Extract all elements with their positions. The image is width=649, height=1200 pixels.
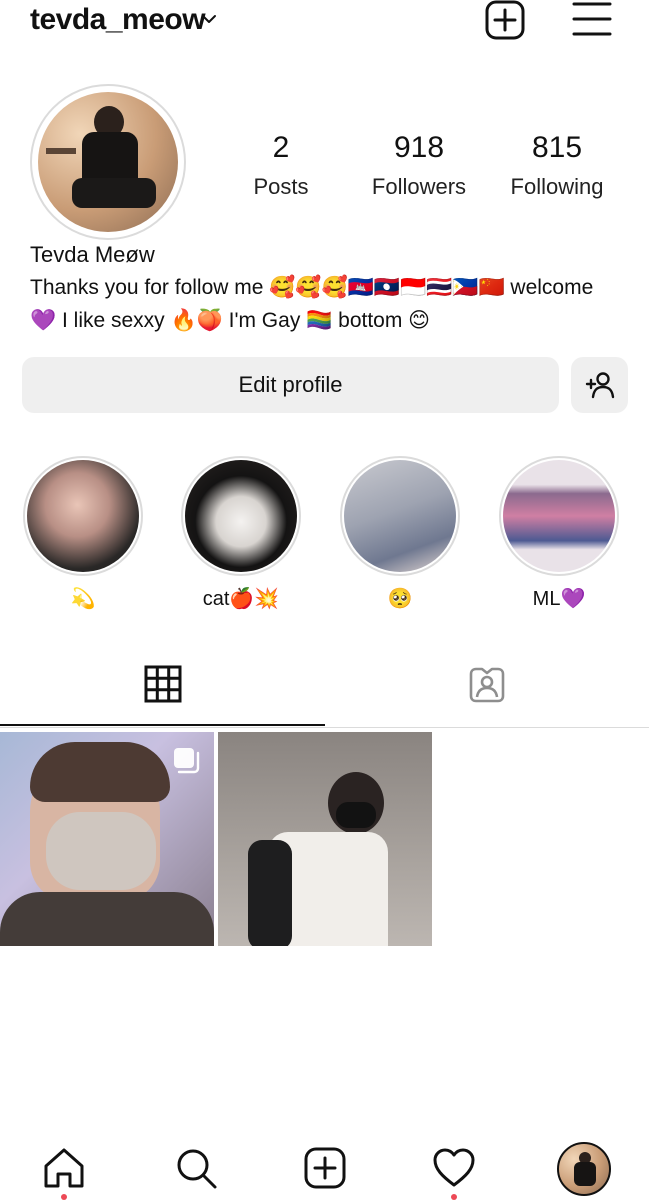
home-notification-dot [61,1194,67,1200]
following-label[interactable]: Following [487,173,627,201]
profile-avatar[interactable] [557,1142,611,1196]
edit-profile-button[interactable]: Edit profile [22,357,559,413]
add-person-icon [585,372,614,399]
grid-icon[interactable] [144,665,182,703]
display-name: Tevda Meøw [30,242,155,267]
activity-notification-dot [451,1194,457,1200]
highlight-cover-2[interactable] [185,460,297,572]
profile-avatar[interactable] [38,92,178,232]
posts-count[interactable]: 2 [221,130,341,166]
active-tab-indicator [0,724,325,726]
posts-label[interactable]: Posts [211,173,351,201]
discover-people-button[interactable] [571,357,628,413]
post-thumbnail-2[interactable] [218,732,432,946]
profile-username[interactable]: tevda_meow [30,0,206,40]
multiple-posts-icon [174,748,200,774]
highlight-label-1[interactable]: 💫 [13,586,153,612]
highlight-cover-3[interactable] [344,460,456,572]
menu-icon[interactable] [570,0,614,40]
highlight-cover-4[interactable] [503,460,615,572]
highlight-label-2[interactable]: cat🍎💥 [171,586,311,612]
followers-label[interactable]: Followers [349,173,489,201]
search-icon[interactable] [174,1146,218,1190]
activity-icon[interactable] [432,1146,476,1190]
highlight-label-3[interactable]: 🥺 [330,586,470,612]
bio-line-1: Thanks you for follow me 🥰🥰🥰🇰🇭🇱🇦🇮🇩🇹🇭🇵🇭🇨🇳… [30,276,594,299]
tagged-icon[interactable] [467,665,507,705]
new-post-icon[interactable] [484,0,526,40]
following-count[interactable]: 815 [497,130,617,166]
post-thumbnail-1[interactable] [0,732,214,946]
tab-divider [0,727,649,728]
highlight-cover-1[interactable] [27,460,139,572]
bio-line-2: 💜 I like sexxy 🔥🍑 I'm Gay 🏳️‍🌈 bottom 😊 [30,309,431,332]
followers-count[interactable]: 918 [359,130,479,166]
create-icon[interactable] [303,1146,347,1190]
chevron-down-icon[interactable] [198,8,220,30]
highlight-label-4[interactable]: ML💜 [489,586,629,612]
home-icon[interactable] [42,1146,86,1190]
